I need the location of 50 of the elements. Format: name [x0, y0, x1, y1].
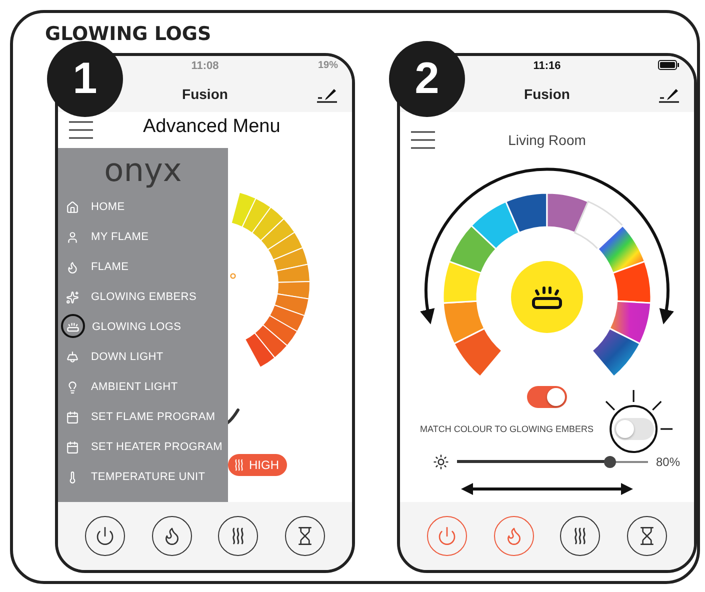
nav-button[interactable]	[626, 516, 667, 556]
step-number-badge: 2	[389, 41, 465, 117]
ceiling-lamp-icon	[66, 350, 79, 364]
nav-button[interactable]	[85, 516, 126, 556]
menu-item[interactable]: GLOWING LOGS	[58, 312, 228, 342]
calendar-icon	[66, 440, 79, 454]
brand-logo: onyx	[103, 150, 183, 191]
menu-item[interactable]: MY FLAME	[58, 222, 228, 252]
menu-item[interactable]: SET HEATER PROGRAM	[58, 432, 228, 462]
match-colour-label: MATCH COLOUR TO GLOWING EMBERS	[420, 424, 594, 434]
nav-button[interactable]	[152, 516, 192, 556]
slider-thumb[interactable]	[604, 456, 616, 468]
app-title: Fusion	[182, 86, 228, 102]
app-title: Fusion	[524, 86, 570, 102]
nav-button[interactable]	[284, 516, 325, 556]
menu-item[interactable]: HOME	[58, 192, 228, 222]
user-icon	[66, 230, 79, 244]
menu-item[interactable]: DOWN LIGHT	[58, 342, 228, 372]
menu-item[interactable]: SET FLAME PROGRAM	[58, 402, 228, 432]
battery-percent: 19%	[318, 60, 338, 71]
brightness-icon	[433, 454, 449, 470]
heat-level-badge: HIGH	[228, 454, 287, 476]
glow-toggle[interactable]	[527, 386, 567, 408]
lightbulb-icon	[66, 380, 79, 394]
home-icon	[66, 200, 79, 214]
room-name: Living Room	[507, 132, 587, 148]
power-icon	[437, 526, 458, 546]
status-time: 11:08	[191, 60, 219, 72]
flame-icon	[66, 260, 79, 274]
status-time: 11:16	[533, 60, 561, 72]
circle-rays-drawing	[605, 389, 674, 454]
nav-button[interactable]	[218, 516, 258, 556]
menu-item[interactable]: TEMPERATURE UNIT	[58, 462, 228, 492]
annotation-label: Advanced Menu	[143, 116, 280, 138]
calendar-icon	[66, 410, 79, 424]
nav-button[interactable]	[560, 516, 600, 556]
menu-item[interactable]: FLAME	[58, 252, 228, 282]
brightness-reading: 80%	[656, 454, 680, 469]
menu-icon[interactable]	[68, 121, 94, 139]
glow-bar-icon	[66, 320, 80, 334]
brightness-slider[interactable]	[457, 456, 648, 468]
step-number-badge: 1	[47, 41, 123, 117]
menu-item[interactable]: AMBIENT LIGHT	[58, 372, 228, 402]
match-colour-toggle[interactable]	[614, 418, 654, 440]
sparkles-icon	[66, 290, 79, 304]
menu-item[interactable]: GLOWING EMBERS	[58, 282, 228, 312]
power-icon	[95, 526, 116, 546]
battery-icon	[658, 60, 680, 70]
menu-icon[interactable]	[410, 130, 436, 149]
circle-outline-drawing	[60, 313, 86, 339]
